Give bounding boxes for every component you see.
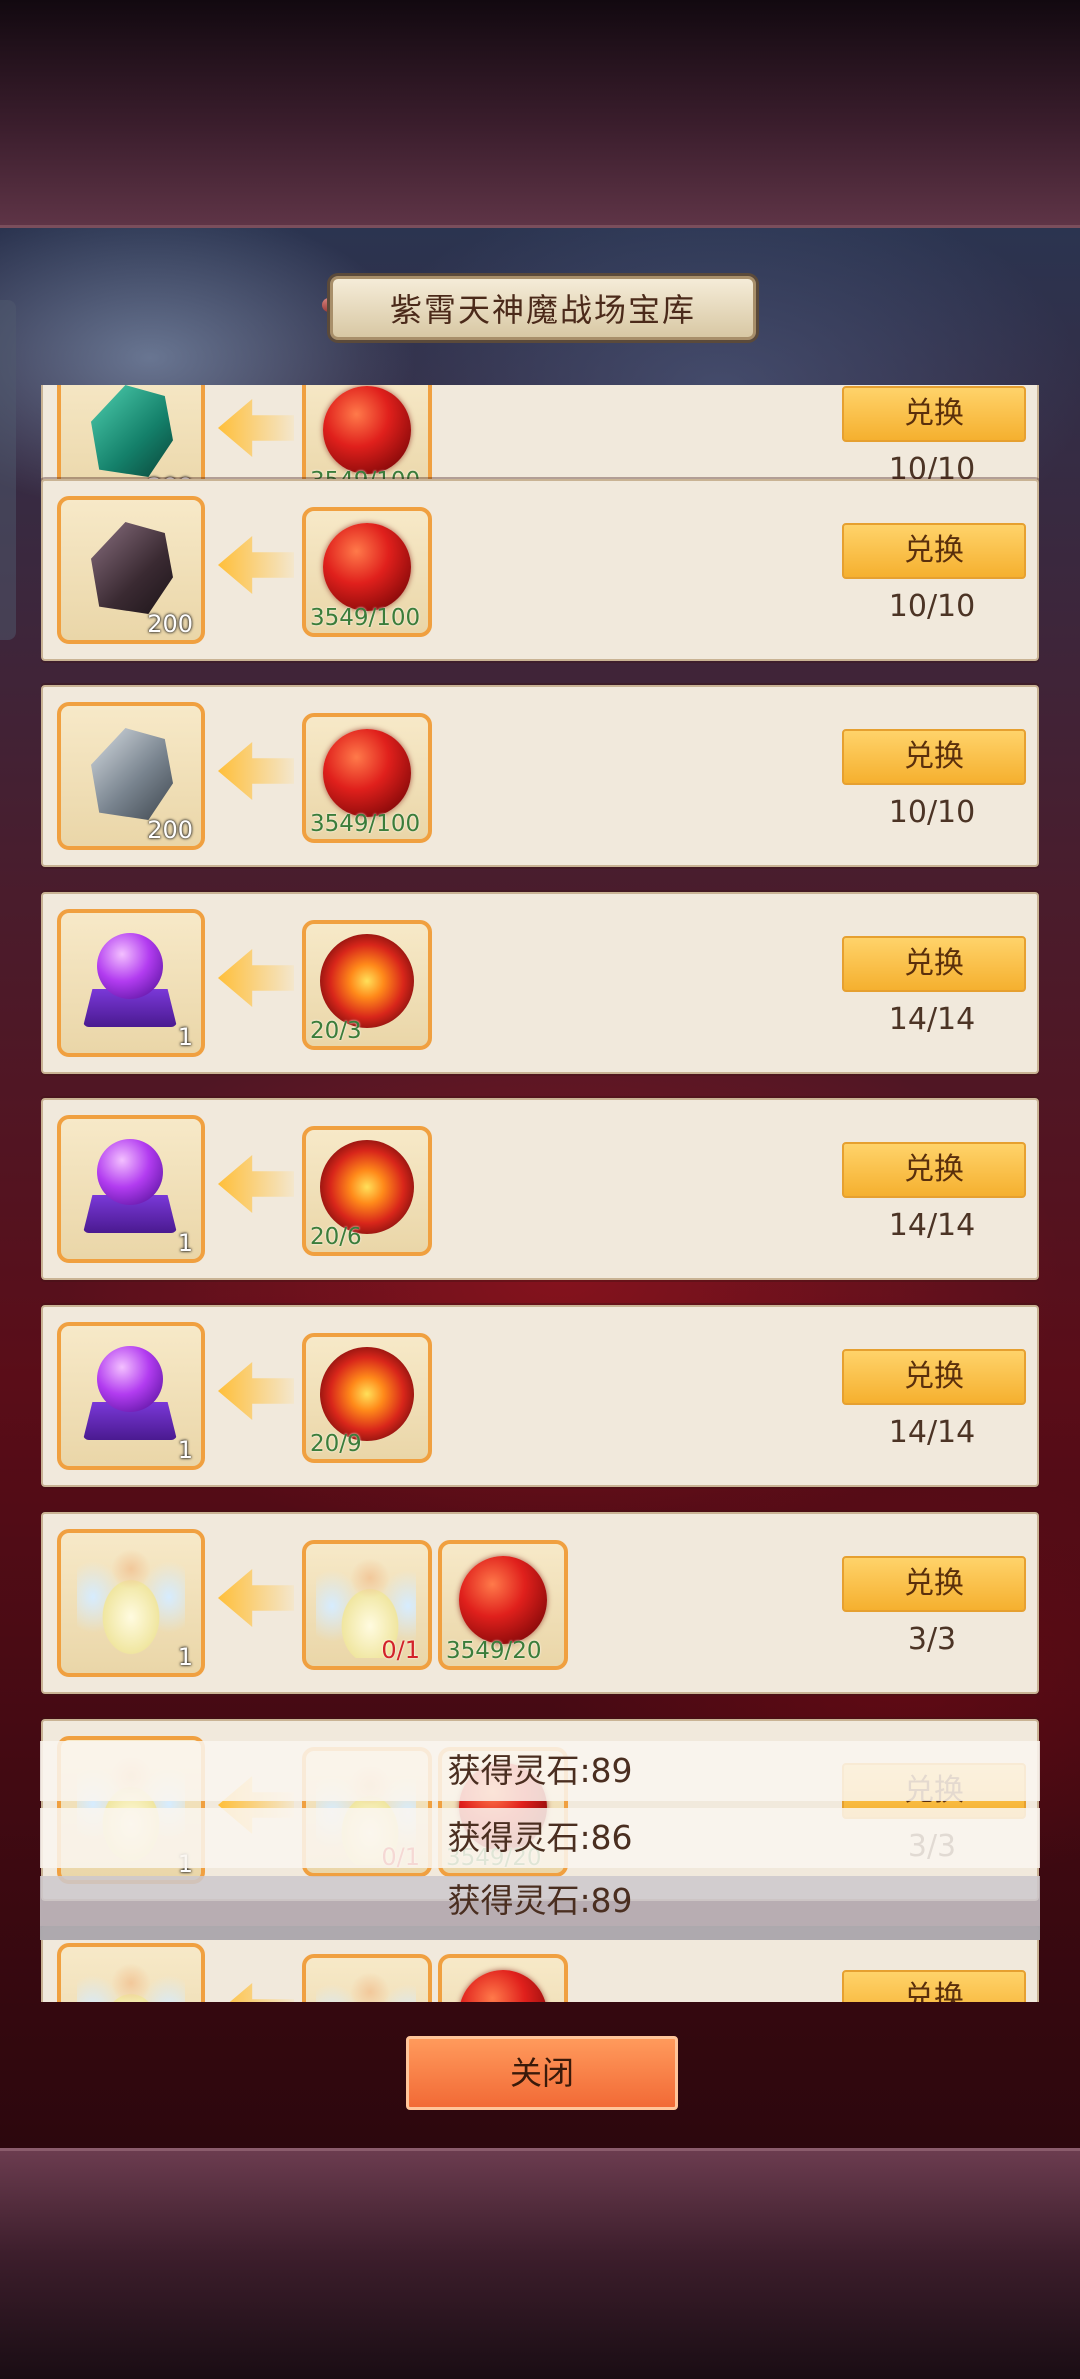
exchange-limit: 10/10 xyxy=(888,589,976,624)
exchange-button[interactable]: 兑换 xyxy=(842,1349,1026,1405)
exchange-button[interactable]: 兑换 xyxy=(842,386,1026,442)
arrow-left-icon xyxy=(218,1155,294,1213)
cost-item-slot[interactable]: 3549/100 xyxy=(302,507,432,637)
exchange-button[interactable]: 兑换 xyxy=(842,1970,1026,2002)
arrow-left-icon xyxy=(218,1983,294,2002)
item-count: 1 xyxy=(177,1436,193,1464)
bottom-frame xyxy=(0,2148,1080,2379)
reward-item-slot[interactable]: 1 xyxy=(57,1322,205,1470)
exchange-limit: 10/10 xyxy=(888,795,976,830)
exchange-button[interactable]: 兑换 xyxy=(842,1556,1026,1612)
exchange-button[interactable]: 兑换 xyxy=(842,936,1026,992)
item-count: 3549/100 xyxy=(310,811,421,837)
red-orb-icon xyxy=(323,523,411,611)
reward-toast: 获得灵石:89 xyxy=(40,1741,1040,1801)
cost-item-slot[interactable]: 3549/20 xyxy=(438,1540,568,1670)
arrow-left-icon xyxy=(218,1569,294,1627)
flame-orb-icon xyxy=(320,934,414,1028)
reward-toast: 获得灵石:86 xyxy=(40,1808,1040,1868)
exchange-row: 200 3549/100 兑换 10/10 xyxy=(41,685,1039,867)
arrow-left-icon xyxy=(218,742,294,800)
exchange-row: 1 20/9 兑换 14/14 xyxy=(41,1305,1039,1487)
arrow-left-icon xyxy=(218,399,294,457)
cost-item-slot[interactable]: 20/6 xyxy=(302,1126,432,1256)
grey-stone-icon xyxy=(91,728,173,820)
arrow-left-icon xyxy=(218,1362,294,1420)
item-count: 3549/100 xyxy=(310,605,421,631)
close-button[interactable]: 关闭 xyxy=(406,2036,678,2110)
top-frame xyxy=(0,0,1080,228)
angel-costume-icon xyxy=(77,1953,185,2002)
item-count: 200 xyxy=(147,816,193,844)
jade-stone-icon xyxy=(91,385,173,477)
item-count: 3549/20 xyxy=(446,1638,542,1664)
exchange-limit: 3/3 xyxy=(907,1622,957,1657)
item-count: 1 xyxy=(177,1229,193,1257)
red-orb-icon xyxy=(323,386,411,474)
dark-stone-icon xyxy=(91,522,173,614)
flame-orb-icon xyxy=(320,1140,414,1234)
reward-item-slot[interactable]: 200 xyxy=(57,702,205,850)
red-orb-icon xyxy=(459,1556,547,1644)
exchange-row: 1 20/6 兑换 14/14 xyxy=(41,1098,1039,1280)
arrow-left-icon xyxy=(218,536,294,594)
item-count: 0/1 xyxy=(381,1636,420,1664)
vault-title: 紫霄天神魔战场宝库 xyxy=(389,291,696,329)
reward-item-slot[interactable]: 1 xyxy=(57,1529,205,1677)
item-count: 200 xyxy=(147,610,193,638)
cost-item-slot[interactable]: 20/9 xyxy=(302,1333,432,1463)
exchange-button[interactable]: 兑换 xyxy=(842,523,1026,579)
red-orb-icon xyxy=(323,729,411,817)
reward-item-slot[interactable]: 1 xyxy=(57,909,205,1057)
exchange-row: 1 0/1 3549/20 兑换 3/3 xyxy=(41,1512,1039,1694)
exchange-limit: 14/14 xyxy=(888,1415,976,1450)
exchange-button[interactable]: 兑换 xyxy=(842,729,1026,785)
angel-costume-icon xyxy=(316,1962,416,2002)
cost-item-slot[interactable]: 0/1 xyxy=(302,1540,432,1670)
reward-item-slot[interactable] xyxy=(57,1943,205,2002)
angel-costume-icon xyxy=(77,1539,185,1659)
cost-item-slot[interactable]: 20/3 xyxy=(302,920,432,1050)
exchange-limit: 14/14 xyxy=(888,1002,976,1037)
side-tab xyxy=(0,300,16,640)
cost-item-slot[interactable]: 3549/100 xyxy=(302,713,432,843)
reward-item-slot[interactable]: 1 xyxy=(57,1115,205,1263)
cost-item-slot[interactable] xyxy=(302,1954,432,2002)
exchange-button[interactable]: 兑换 xyxy=(842,1142,1026,1198)
vault-title-plate: 紫霄天神魔战场宝库 xyxy=(330,276,756,340)
reward-item-slot[interactable]: 200 xyxy=(57,496,205,644)
item-count: 20/6 xyxy=(310,1224,362,1250)
item-count: 1 xyxy=(177,1643,193,1671)
reward-toast: 获得灵石:89 xyxy=(40,1876,1040,1940)
flame-orb-icon xyxy=(320,1347,414,1441)
arrow-left-icon xyxy=(218,949,294,1007)
red-orb-icon xyxy=(459,1970,547,2002)
cost-item-slot[interactable] xyxy=(438,1954,568,2002)
item-count: 20/3 xyxy=(310,1018,362,1044)
item-count: 1 xyxy=(177,1023,193,1051)
exchange-row: 1 20/3 兑换 14/14 xyxy=(41,892,1039,1074)
exchange-row: 200 3549/100 兑换 10/10 xyxy=(41,479,1039,661)
item-count: 20/9 xyxy=(310,1431,362,1457)
exchange-limit: 14/14 xyxy=(888,1208,976,1243)
